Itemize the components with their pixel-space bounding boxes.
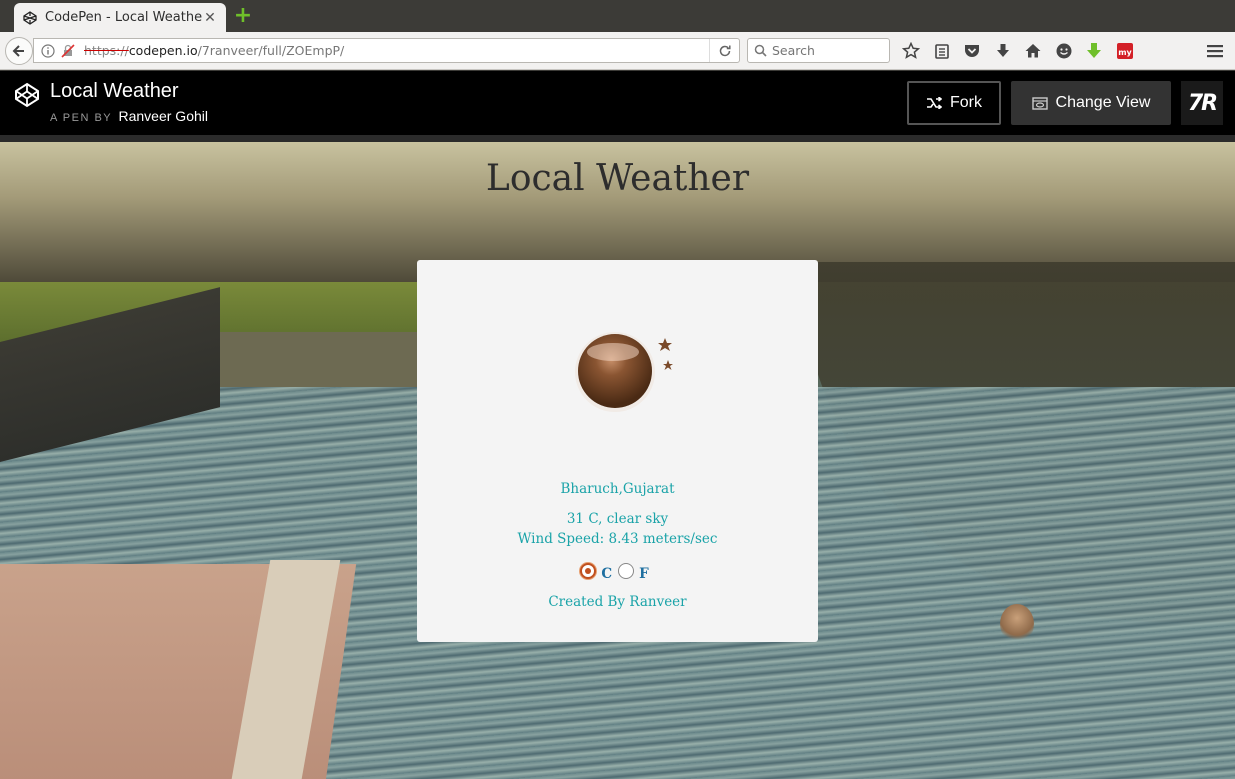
info-icon[interactable] xyxy=(40,43,56,59)
change-view-button[interactable]: Change View xyxy=(1011,81,1171,125)
pen-author-link[interactable]: Ranveer Gohil xyxy=(119,108,209,124)
header-divider xyxy=(0,135,1235,142)
change-view-label: Change View xyxy=(1055,94,1151,111)
weather-card: Bharuch,Gujarat 31 C, clear sky Wind Spe… xyxy=(417,260,818,642)
location-text: Bharuch,Gujarat xyxy=(560,481,675,497)
back-button[interactable] xyxy=(5,37,33,65)
address-bar[interactable]: https://codepen.io/7ranveer/full/ZOEmpP/ xyxy=(33,38,740,63)
celsius-radio[interactable] xyxy=(580,563,597,579)
hello-chat-icon[interactable] xyxy=(1053,40,1075,62)
fork-icon xyxy=(927,97,942,109)
navigation-toolbar: https://codepen.io/7ranveer/full/ZOEmpP/ xyxy=(0,32,1235,70)
reload-icon xyxy=(719,45,731,56)
toolbar-icons: my xyxy=(900,40,1144,62)
pen-title: Local Weather xyxy=(50,80,179,102)
search-box[interactable] xyxy=(747,38,890,63)
pen-byline: A PEN BY Ranveer Gohil xyxy=(50,108,208,124)
svg-text:my: my xyxy=(1118,48,1132,57)
home-icon[interactable] xyxy=(1022,40,1044,62)
unit-toggle: C F xyxy=(417,563,818,582)
canal-wall-image xyxy=(200,332,430,392)
wind-speed-text: Wind Speed: 8.43 meters/sec xyxy=(517,531,718,547)
back-arrow-icon xyxy=(12,45,24,57)
close-tab-icon[interactable]: ✕ xyxy=(202,10,218,26)
url-path: /7ranveer/full/ZOEmpP/ xyxy=(197,43,345,58)
change-view-icon xyxy=(1031,96,1048,110)
hamburger-menu-icon[interactable] xyxy=(1204,40,1226,62)
fahrenheit-radio[interactable] xyxy=(618,563,635,579)
bookmark-star-icon[interactable] xyxy=(900,40,922,62)
celsius-label[interactable]: C xyxy=(601,566,612,582)
reading-list-icon[interactable] xyxy=(931,40,953,62)
url-scheme: https:// xyxy=(84,43,129,58)
url-text: https://codepen.io/7ranveer/full/ZOEmpP/ xyxy=(84,43,344,58)
codepen-logo-icon[interactable] xyxy=(14,82,40,108)
tab-strip: CodePen - Local Weather ✕ + xyxy=(0,0,1235,32)
download-helper-icon[interactable] xyxy=(1083,40,1105,62)
codepen-favicon-icon xyxy=(22,10,38,26)
fork-label: Fork xyxy=(950,94,982,111)
pocket-icon[interactable] xyxy=(961,40,983,62)
credit-text: Created By Ranveer xyxy=(548,594,687,610)
user-avatar[interactable]: 7R xyxy=(1181,81,1223,125)
swimmer-image xyxy=(1000,604,1034,644)
search-input[interactable] xyxy=(772,43,882,58)
insecure-lock-icon[interactable] xyxy=(60,43,76,59)
temperature-condition-text: 31 C, clear sky xyxy=(566,511,669,527)
tab-codepen[interactable]: CodePen - Local Weather ✕ xyxy=(14,3,226,32)
pen-by-label: A PEN BY xyxy=(50,112,112,124)
new-tab-icon[interactable]: + xyxy=(233,5,253,27)
fahrenheit-label[interactable]: F xyxy=(639,566,649,582)
fork-button[interactable]: Fork xyxy=(907,81,1001,125)
my-extension-icon[interactable]: my xyxy=(1114,40,1136,62)
moon-night-icon xyxy=(575,332,673,412)
search-icon xyxy=(754,44,767,57)
reload-button[interactable] xyxy=(709,39,739,62)
download-arrow-icon[interactable] xyxy=(992,40,1014,62)
url-host: codepen.io xyxy=(128,43,198,58)
page-title: Local Weather xyxy=(485,158,750,199)
tab-title: CodePen - Local Weather xyxy=(45,10,202,25)
